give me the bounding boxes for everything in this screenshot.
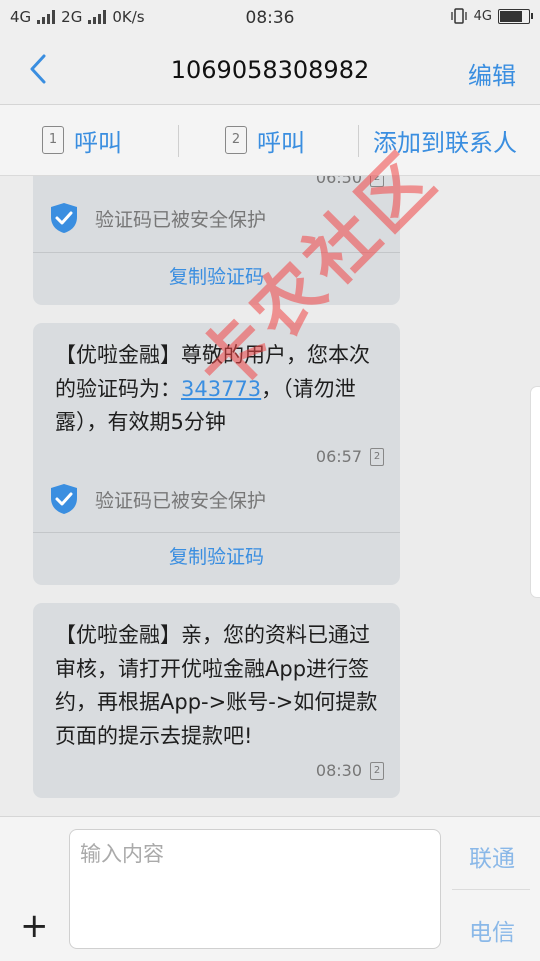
- message-text: 【优啦金融】尊敬的用户，您本次的验证码为：343773，（请勿泄露），有效期5分…: [55, 339, 386, 440]
- vibrate-icon: [450, 8, 467, 24]
- contact-number-title: 1069058308982: [170, 56, 370, 84]
- call-sim2-label: 呼叫: [257, 128, 305, 157]
- sim-icon: 2: [370, 447, 384, 466]
- call-sim2-button[interactable]: 2 呼叫: [225, 105, 305, 175]
- sim1-icon: 1: [42, 126, 64, 154]
- battery-icon: [498, 8, 533, 24]
- message-bubble[interactable]: 【优啦金融】尊敬的用户，您本次的验证码为：343773，（请勿泄露），有效期5分…: [33, 323, 400, 585]
- message-meta: 06:57 2: [316, 447, 384, 466]
- message-input[interactable]: [70, 830, 440, 948]
- shield-check-icon: [51, 203, 77, 233]
- divider: [178, 125, 179, 157]
- divider: [33, 252, 400, 253]
- scrollbar[interactable]: [530, 386, 540, 598]
- status-right: 4G: [450, 8, 533, 24]
- message-time: 06:50: [315, 176, 362, 187]
- copy-code-button[interactable]: 复制验证码: [33, 542, 400, 569]
- sim2-icon: 2: [225, 126, 247, 154]
- status-bar: 4G 2G 0K/s 08:36 4G: [0, 0, 540, 36]
- copy-code-button[interactable]: 复制验证码: [33, 262, 400, 289]
- add-attachment-button[interactable]: +: [20, 909, 49, 943]
- edit-button[interactable]: 编辑: [468, 56, 516, 91]
- message-bubble[interactable]: 【优啦金融】亲，您的资料已通过审核，请打开优啦金融App进行签约，再根据App-…: [33, 603, 400, 798]
- sim-icon: 2: [370, 176, 384, 187]
- secure-notice: 验证码已被安全保护: [49, 483, 266, 515]
- compose-bar: + 联通 电信: [0, 816, 540, 961]
- message-list[interactable]: 06:50 2 验证码已被安全保护 复制验证码 【优啦金融】尊敬的用户，您本次的…: [0, 176, 540, 816]
- conversation-header: 1069058308982 编辑: [0, 36, 540, 105]
- shield-check-icon: [51, 484, 77, 514]
- add-contact-button[interactable]: 添加到联系人: [373, 105, 517, 175]
- verification-code-link[interactable]: 343773: [181, 377, 261, 401]
- message-input-box[interactable]: [69, 829, 441, 949]
- message-bubble[interactable]: 06:50 2 验证码已被安全保护 复制验证码: [33, 176, 400, 305]
- message-meta: 08:30 2: [316, 761, 384, 780]
- secure-text: 验证码已被安全保护: [95, 489, 267, 512]
- secure-notice: 验证码已被安全保护: [49, 202, 266, 234]
- divider: [452, 889, 530, 890]
- divider: [33, 532, 400, 533]
- message-meta: 06:50 2: [316, 176, 384, 187]
- divider: [358, 125, 359, 157]
- action-bar: 1 呼叫 2 呼叫 添加到联系人: [0, 105, 540, 176]
- call-sim1-button[interactable]: 1 呼叫: [42, 105, 122, 175]
- sim-icon: 2: [370, 761, 384, 780]
- message-text: 【优啦金融】亲，您的资料已通过审核，请打开优啦金融App进行签约，再根据App-…: [55, 623, 378, 748]
- call-sim1-label: 呼叫: [74, 128, 122, 157]
- message-time: 08:30: [315, 761, 362, 780]
- message-time: 06:57: [315, 447, 362, 466]
- secure-text: 验证码已被安全保护: [95, 208, 267, 231]
- right-network-label: 4G: [473, 8, 492, 24]
- send-sim2-button[interactable]: 电信: [452, 913, 532, 947]
- send-sim1-button[interactable]: 联通: [452, 839, 532, 873]
